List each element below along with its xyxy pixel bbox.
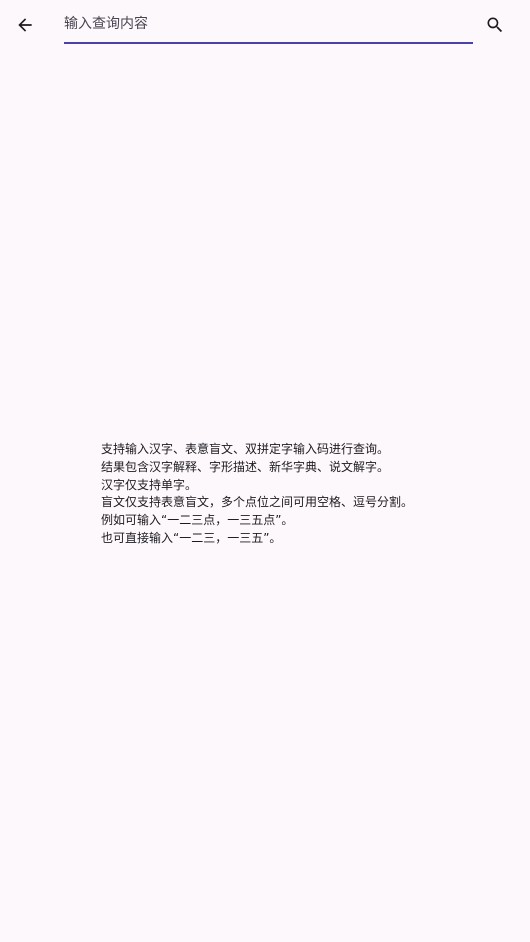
back-button[interactable]	[8, 8, 42, 42]
search-input[interactable]	[64, 6, 473, 44]
help-line-example: 例如可输入“一二三点，一三五点”。	[101, 513, 294, 528]
help-line-braille-format: 盲文仅支持表意盲文，多个点位之间可用空格、逗号分割。	[101, 495, 414, 510]
help-line-direct-input: 也可直接输入“一二三，一三五”。	[101, 530, 282, 545]
search-button[interactable]	[478, 8, 512, 42]
top-app-bar	[0, 0, 530, 50]
help-text: 支持输入汉字、表意盲文、双拼定字输入码进行查询。 结果包含汉字解释、字形描述、新…	[101, 441, 501, 548]
help-line-supported-input: 支持输入汉字、表意盲文、双拼定字输入码进行查询。	[101, 442, 390, 456]
help-line-result-contents: 结果包含汉字解释、字形描述、新华字典、说文解字。	[101, 459, 390, 474]
search-icon	[487, 17, 503, 33]
arrow-back-icon	[18, 18, 32, 32]
help-line-single-character: 汉字仅支持单字。	[101, 477, 198, 492]
